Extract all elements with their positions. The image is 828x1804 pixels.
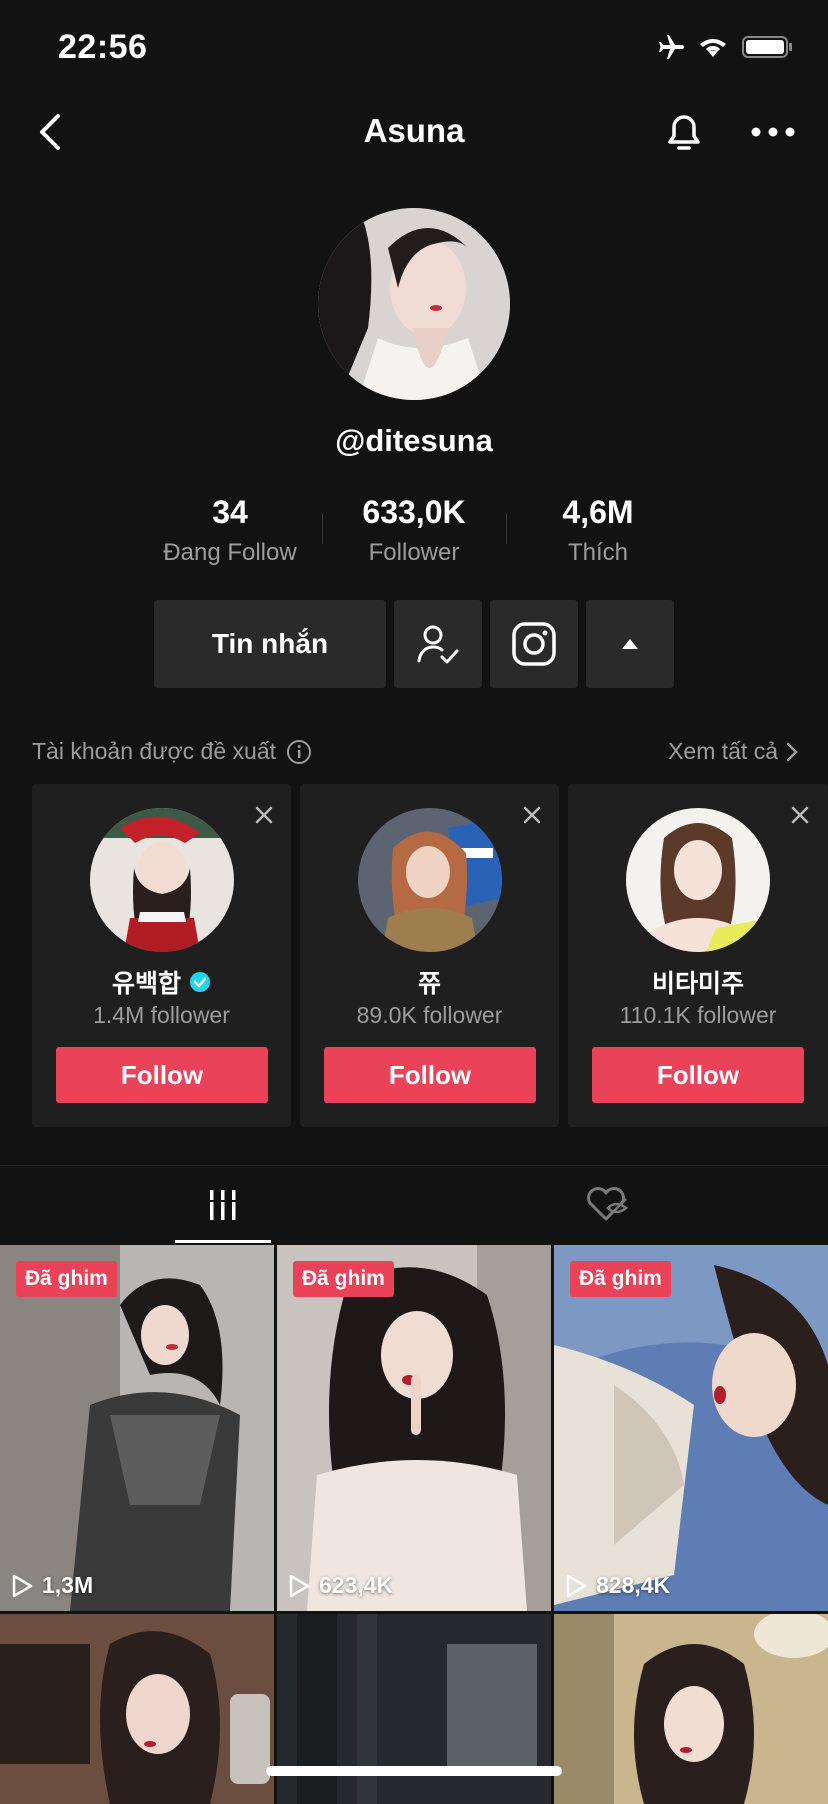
following-status-button[interactable] (394, 600, 482, 688)
chevron-right-icon (786, 742, 798, 761)
suggested-account-name-row: 유백합 (32, 964, 291, 1000)
video-thumbnail[interactable]: Đã ghim 623,4K (277, 1245, 551, 1611)
suggested-account-name: 유백합 (111, 970, 181, 998)
stat-following-value: 34 (212, 494, 248, 530)
follow-button[interactable]: Follow (56, 1047, 268, 1103)
stat-divider (322, 514, 323, 544)
liked-videos-hidden-tab-icon[interactable] (584, 1186, 628, 1222)
see-all-link[interactable]: Xem tất cả (668, 738, 798, 765)
wifi-icon (700, 39, 726, 57)
stat-likes-label: Thích (567, 539, 629, 566)
see-all-label: Xem tất cả (668, 738, 778, 764)
suggested-account-avatar[interactable] (90, 808, 234, 952)
close-icon[interactable] (521, 804, 543, 826)
video-thumbnail[interactable]: Đã ghim 1,3M (0, 1245, 274, 1611)
view-count: 828,4K (564, 1572, 670, 1599)
suggested-account-followers: 89.0K follower (356, 1002, 503, 1028)
suggested-account-followers: 1.4M follower (93, 1002, 230, 1028)
view-count: 623,4K (287, 1572, 393, 1599)
profile-handle: @ditesuna (335, 423, 493, 458)
suggested-accounts-title: Tài khoản được đề xuất (32, 738, 277, 764)
play-outline-icon (289, 1574, 310, 1597)
view-count-label: 1,3M (42, 1572, 94, 1598)
pinned-badge: Đã ghim (16, 1261, 117, 1297)
stat-followers-value: 633,0K (362, 494, 466, 530)
pinned-badge: Đã ghim (570, 1261, 671, 1297)
tabs-divider (0, 1165, 828, 1166)
user-check-icon (417, 625, 459, 664)
stat-following[interactable]: 34 Đang Follow (140, 494, 320, 567)
status-time: 22:56 (58, 28, 148, 66)
stat-followers[interactable]: 633,0K Follower (324, 494, 504, 567)
play-outline-icon (566, 1574, 587, 1597)
suggested-account-name: 비타미주 (651, 970, 744, 998)
suggested-accounts-header: Tài khoản được đề xuất (32, 738, 312, 765)
view-count-label: 623,4K (319, 1572, 394, 1598)
suggestions-toggle-button[interactable] (586, 600, 674, 688)
home-indicator (266, 1766, 562, 1776)
stat-likes-value: 4,6M (562, 494, 634, 530)
close-icon[interactable] (789, 804, 811, 826)
suggested-account-name-row: 비타미주 (568, 964, 828, 1000)
airplane-icon (659, 35, 684, 59)
bell-icon[interactable] (662, 108, 706, 156)
follow-button[interactable]: Follow (592, 1047, 804, 1103)
suggested-account-card[interactable]: 비타미주 110.1K follower Follow (568, 784, 828, 1127)
battery-icon (742, 36, 792, 58)
verified-badge-icon (190, 972, 210, 992)
status-icons (654, 34, 794, 60)
video-thumbnail[interactable] (0, 1614, 274, 1804)
instagram-button[interactable] (490, 600, 578, 688)
suggested-account-card[interactable]: 쮸 89.0K follower Follow (300, 784, 559, 1127)
suggested-account-avatar[interactable] (358, 808, 502, 952)
suggested-account-followers: 110.1K follower (619, 1002, 777, 1028)
close-icon[interactable] (253, 804, 275, 826)
play-outline-icon (12, 1574, 33, 1597)
suggested-account-name: 쮸 (417, 970, 441, 998)
profile-avatar[interactable] (318, 208, 510, 400)
instagram-icon (512, 622, 556, 666)
more-options-icon[interactable] (748, 118, 798, 146)
caret-up-icon (622, 639, 638, 649)
suggested-account-name-row: 쮸 (300, 964, 559, 1000)
info-icon[interactable] (286, 739, 312, 765)
video-thumbnail[interactable]: Đã ghim 828,4K (554, 1245, 828, 1611)
pinned-badge: Đã ghim (293, 1261, 394, 1297)
active-tab-indicator (175, 1240, 271, 1243)
view-count-label: 828,4K (596, 1572, 671, 1598)
suggested-account-avatar[interactable] (626, 808, 770, 952)
stat-followers-label: Follower (368, 539, 460, 566)
video-thumbnail[interactable] (554, 1614, 828, 1804)
stat-likes[interactable]: 4,6M Thích (508, 494, 688, 567)
follow-button[interactable]: Follow (324, 1047, 536, 1103)
stat-following-label: Đang Follow (163, 539, 297, 566)
message-button[interactable]: Tin nhắn (154, 600, 386, 688)
suggested-account-card[interactable]: 유백합 1.4M follower Follow (32, 784, 291, 1127)
stat-divider (506, 514, 507, 544)
videos-grid-tab-icon[interactable] (206, 1188, 240, 1222)
view-count: 1,3M (10, 1572, 93, 1599)
